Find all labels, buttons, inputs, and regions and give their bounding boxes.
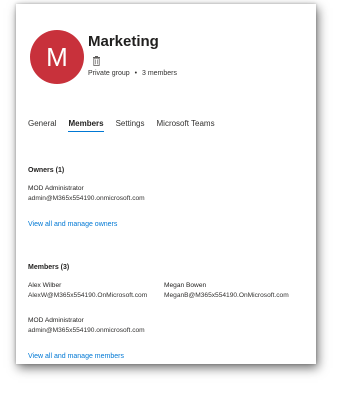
member-item: Alex Wilber AlexW@M365x554190.OnMicrosof…	[28, 281, 147, 301]
separator-dot: •	[134, 70, 138, 77]
group-type: Private group	[88, 70, 130, 77]
view-manage-owners-link[interactable]: View all and manage owners	[28, 221, 117, 228]
tab-general[interactable]: General	[28, 119, 56, 132]
group-subtitle: Private group • 3 members	[88, 70, 177, 77]
tab-members[interactable]: Members	[68, 119, 104, 132]
tab-bar: General Members Settings Microsoft Teams	[28, 119, 227, 132]
members-count: 3 members	[142, 70, 178, 77]
person-name: MOD Administrator	[28, 317, 84, 324]
member-item: Megan Bowen MeganB@M365x554190.OnMicroso…	[164, 281, 289, 301]
person-name: MOD Administrator	[28, 185, 84, 192]
member-item: MOD Administrator admin@M365x554190.onmi…	[28, 316, 145, 336]
group-avatar: M	[30, 30, 84, 84]
trash-icon[interactable]	[92, 56, 101, 66]
person-email: AlexW@M365x554190.OnMicrosoft.com	[28, 292, 148, 299]
group-title: Marketing	[88, 33, 159, 50]
view-manage-members-link[interactable]: View all and manage members	[28, 353, 124, 360]
group-details-panel: M Marketing Private group • 3 members Ge…	[16, 4, 316, 364]
tab-microsoft-teams[interactable]: Microsoft Teams	[157, 119, 215, 132]
members-heading: Members (3)	[28, 264, 70, 271]
person-email: admin@M365x554190.onmicrosoft.com	[28, 327, 145, 334]
person-name: Megan Bowen	[164, 282, 207, 289]
person-email: MeganB@M365x554190.OnMicrosoft.com	[164, 292, 289, 299]
owners-heading: Owners (1)	[28, 167, 65, 174]
tab-settings[interactable]: Settings	[116, 119, 145, 132]
owner-item: MOD Administrator admin@M365x554190.onmi…	[28, 184, 145, 204]
person-name: Alex Wilber	[28, 282, 62, 289]
person-email: admin@M365x554190.onmicrosoft.com	[28, 195, 145, 202]
